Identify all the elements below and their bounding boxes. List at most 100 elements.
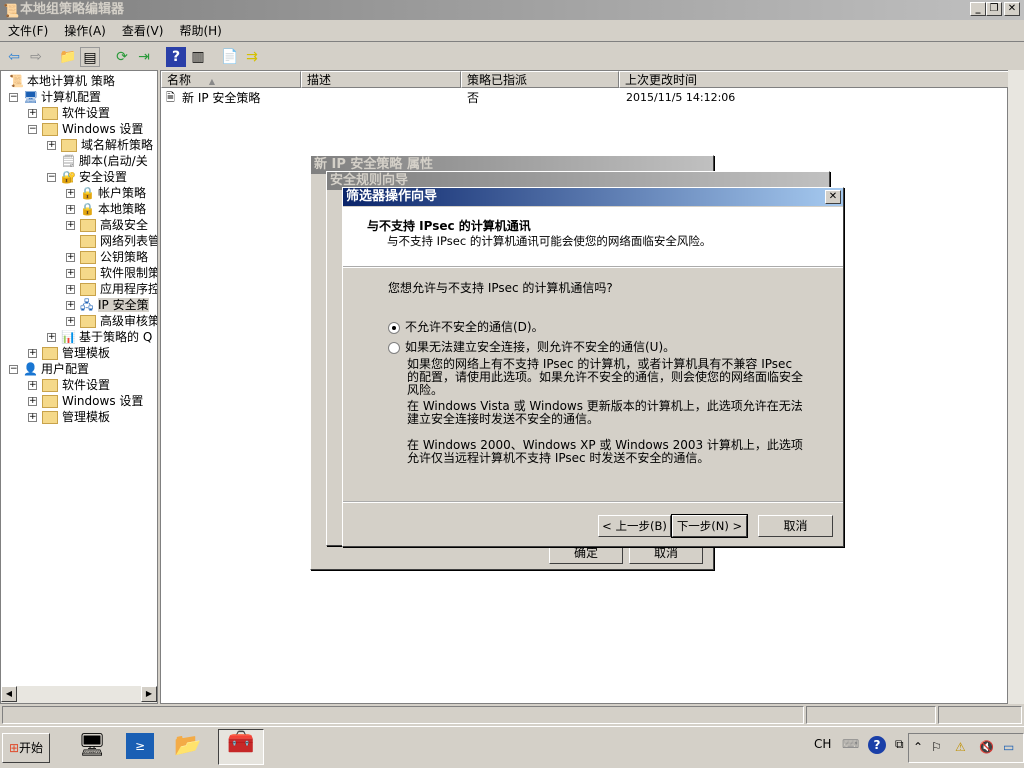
tree-item[interactable]: + Windows 设置 <box>28 393 143 409</box>
expand-icon[interactable]: + <box>28 109 37 118</box>
list-vertical-scrollbar[interactable] <box>1008 70 1024 704</box>
tree-item[interactable]: + 软件设置 <box>28 377 110 393</box>
tree-item[interactable]: 📜 本地计算机 策略 <box>9 73 115 89</box>
refresh-icon[interactable]: ⟳ <box>112 47 132 67</box>
tree-item[interactable]: − 🔐 安全设置 <box>47 169 127 185</box>
row-name: 新 IP 安全策略 <box>182 91 261 105</box>
show-desktop-icon[interactable]: ▭ <box>1003 740 1014 754</box>
tree-item[interactable]: + 🖧 IP 安全策 <box>66 297 149 313</box>
menu-action[interactable]: 操作(A) <box>56 20 114 42</box>
tree-item[interactable]: + 公钥策略 <box>66 249 148 265</box>
wizard-header: 与不支持 IPsec 的计算机通讯 与不支持 IPsec 的计算机通讯可能会使您… <box>343 207 843 268</box>
new-policy-icon[interactable]: 📄 <box>220 47 240 67</box>
expand-icon[interactable]: + <box>66 205 75 214</box>
group-policy-editor-task[interactable]: 🧰 <box>218 729 264 765</box>
tree-item-label: 公钥策略 <box>100 250 149 264</box>
tree-item-label: 域名解析策略 <box>81 138 154 152</box>
collapse-icon[interactable]: − <box>28 125 37 134</box>
language-indicator[interactable]: CH <box>814 737 831 751</box>
column-header-modified[interactable]: 上次更改时间 <box>619 71 1009 88</box>
tree-item[interactable]: + 软件设置 <box>28 105 110 121</box>
menu-help[interactable]: 帮助(H) <box>171 20 229 42</box>
tree-item[interactable]: + 管理模板 <box>28 409 110 425</box>
expand-icon[interactable]: + <box>28 413 37 422</box>
start-button[interactable]: ⊞开始 <box>2 733 50 763</box>
collapse-icon[interactable]: − <box>47 173 56 182</box>
expand-icon[interactable]: + <box>66 253 75 262</box>
restore-langbar-icon[interactable]: ⧉ <box>895 737 904 752</box>
wizard-subheading: 与不支持 IPsec 的计算机通讯可能会使您的网络面临安全风险。 <box>387 234 712 248</box>
expand-icon[interactable]: + <box>66 301 75 310</box>
restore-button[interactable]: ❐ <box>986 2 1002 16</box>
cancel-button[interactable]: 取消 <box>758 515 833 537</box>
tree-item[interactable]: + 🔒 帐户策略 <box>66 185 146 201</box>
back-icon[interactable]: ⇦ <box>4 47 24 67</box>
radio-button[interactable] <box>388 341 400 354</box>
tree-item[interactable]: + 软件限制策 <box>66 265 157 281</box>
option-allow-fallback[interactable]: 如果无法建立安全连接，则允许不安全的通信(U)。 <box>388 338 675 355</box>
tree-item[interactable]: − Windows 设置 <box>28 121 143 137</box>
description-paragraph-1: 如果您的网络上有不支持 IPsec 的计算机，或者计算机具有不兼容 IPsec … <box>407 357 804 397</box>
menu-file[interactable]: 文件(F) <box>0 20 56 42</box>
tree-item[interactable]: + 🔒 本地策略 <box>66 201 146 217</box>
expand-icon[interactable]: + <box>28 381 37 390</box>
tree-item[interactable]: + 管理模板 <box>28 345 110 361</box>
server-manager-icon[interactable]: 🖥 <box>78 733 106 758</box>
explorer-icon[interactable]: 📂 <box>174 733 201 758</box>
table-row[interactable]: 🗎 新 IP 安全策略 否 2015/11/5 14:12:06 <box>164 90 1004 106</box>
option-disallow-insecure[interactable]: 不允许不安全的通信(D)。 <box>388 318 544 335</box>
close-button[interactable]: ✕ <box>1004 2 1020 16</box>
radio-button[interactable] <box>388 321 400 334</box>
tree-item[interactable]: 🗒 脚本(启动/关 <box>47 153 148 169</box>
tree-item-label: 基于策略的 Q <box>79 330 153 344</box>
export-list-icon[interactable]: ⇥ <box>134 47 154 67</box>
volume-muted-icon[interactable]: 🔇 <box>979 740 994 754</box>
forward-icon[interactable]: ⇨ <box>26 47 46 67</box>
scroll-right-button[interactable]: ▶ <box>141 686 157 702</box>
tree-horizontal-scrollbar[interactable]: ◀ ▶ <box>1 686 157 703</box>
assign-icon[interactable]: ⇉ <box>242 47 262 67</box>
collapse-icon[interactable]: − <box>9 93 18 102</box>
column-header-assigned[interactable]: 策略已指派 <box>461 71 619 88</box>
expand-icon[interactable]: + <box>66 221 75 230</box>
up-folder-icon[interactable]: 📁 <box>58 47 78 67</box>
network-warning-icon[interactable]: ⚠ <box>955 740 966 754</box>
show-hidden-icons[interactable]: ⌃ <box>913 740 923 754</box>
expand-icon[interactable]: + <box>28 397 37 406</box>
keyboard-icon[interactable]: ⌨ <box>842 737 859 751</box>
help-icon[interactable]: ? <box>868 736 886 754</box>
expand-icon[interactable]: + <box>47 141 56 150</box>
column-header-name[interactable]: 名称 ▲ <box>161 71 301 88</box>
back-button[interactable]: < 上一步(B) <box>598 515 671 537</box>
tree-item[interactable]: + 域名解析策略 <box>47 137 153 153</box>
expand-icon[interactable]: + <box>47 333 56 342</box>
tree-item[interactable]: + 高级审核策 <box>66 313 157 329</box>
collapse-icon[interactable]: − <box>9 365 18 374</box>
security-icon: 🔐 <box>61 170 76 184</box>
ipsec-icon: 🖧 <box>80 298 94 312</box>
tree-item[interactable]: + 高级安全 <box>66 217 148 233</box>
expand-icon[interactable]: + <box>66 269 75 278</box>
expand-icon[interactable]: + <box>66 189 75 198</box>
option-label: 如果无法建立安全连接，则允许不安全的通信(U)。 <box>405 340 676 354</box>
powershell-icon[interactable]: ≥ <box>126 733 154 759</box>
menu-bar: 文件(F) 操作(A) 查看(V) 帮助(H) <box>0 20 1024 42</box>
expand-icon[interactable]: + <box>66 317 75 326</box>
tree-item[interactable]: − 🖥 计算机配置 <box>9 89 101 105</box>
next-button[interactable]: 下一步(N) > <box>671 514 748 538</box>
column-header-description[interactable]: 描述 <box>301 71 461 88</box>
action-center-flag-icon[interactable]: ⚐ <box>931 740 942 754</box>
action-pane-icon[interactable]: ▥ <box>188 47 208 67</box>
close-button[interactable]: ✕ <box>825 190 841 204</box>
expand-icon[interactable]: + <box>28 349 37 358</box>
help-icon[interactable]: ? <box>166 47 186 67</box>
scroll-left-button[interactable]: ◀ <box>1 686 17 702</box>
tree-item[interactable]: − 👤 用户配置 <box>9 361 89 377</box>
expand-icon[interactable]: + <box>66 285 75 294</box>
minimize-button[interactable]: _ <box>970 2 986 16</box>
tree-item[interactable]: + 应用程序控 <box>66 281 157 297</box>
tree-item[interactable]: 网络列表管 <box>66 233 157 249</box>
tree-item[interactable]: + 📊 基于策略的 Q <box>47 329 152 345</box>
show-hide-tree-icon[interactable]: ▤ <box>80 47 100 67</box>
menu-view[interactable]: 查看(V) <box>114 20 172 42</box>
